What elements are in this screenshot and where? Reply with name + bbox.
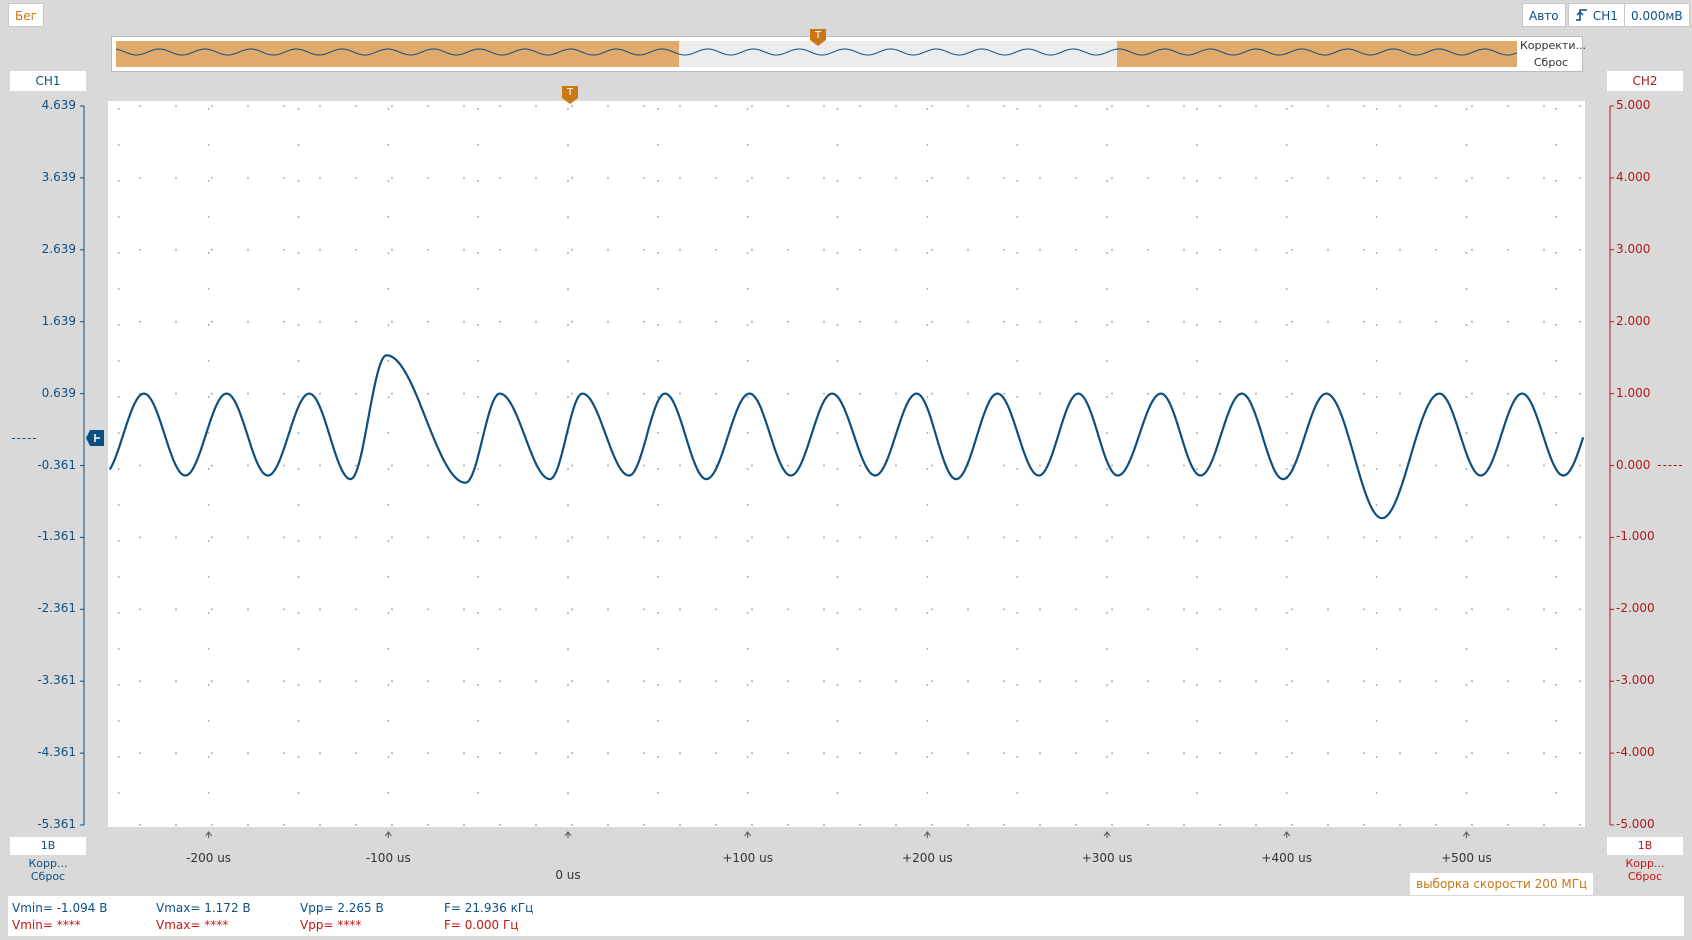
x-tick-label: +100 us bbox=[722, 851, 773, 865]
x-tick-label: +300 us bbox=[1081, 851, 1133, 865]
x-tick-label: +500 us bbox=[1441, 851, 1492, 865]
ch1-waveform-line bbox=[108, 354, 1585, 520]
ch1-frequency: F= 21.936 кГц bbox=[444, 901, 534, 915]
overview-reset-button[interactable]: Сброс bbox=[1520, 55, 1582, 70]
ch2-scale[interactable]: 1В bbox=[1607, 837, 1683, 855]
ch2-y-tick-label: 4.000 bbox=[1616, 169, 1651, 184]
trigger-mode-button[interactable]: Авто bbox=[1522, 3, 1566, 27]
trigger-position-marker[interactable]: T bbox=[562, 86, 578, 104]
sample-rate-label: выборка скорости 200 МГц bbox=[1410, 873, 1594, 895]
x-tick bbox=[1103, 831, 1111, 838]
overview-waveform-line bbox=[115, 48, 1518, 56]
ch1-y-tick-label: -2.361 bbox=[37, 601, 76, 616]
trigger-level-button[interactable]: 0.000мВ bbox=[1624, 3, 1690, 27]
measurements-bar bbox=[8, 896, 1684, 936]
overview-strip[interactable]: T Корректи... Сброс bbox=[111, 29, 1586, 72]
x-tick-label: +200 us bbox=[902, 851, 953, 865]
ch2-y-tick-label: 1.000 bbox=[1616, 385, 1651, 400]
x-tick-label: -100 us bbox=[365, 851, 411, 865]
ch2-y-tick-label: 3.000 bbox=[1616, 241, 1651, 256]
ch2-frequency: F= 0.000 Гц bbox=[444, 918, 519, 932]
ch1-scale[interactable]: 1В bbox=[10, 837, 86, 855]
x-tick-label: +400 us bbox=[1261, 851, 1313, 865]
ch1-y-tick-label: 2.639 bbox=[41, 241, 76, 256]
plot-area[interactable] bbox=[108, 101, 1585, 827]
ch1-offset-marker[interactable] bbox=[86, 430, 104, 446]
x-tick-label: -200 us bbox=[186, 851, 232, 865]
ch1-vpp: Vpp= 2.265 В bbox=[300, 901, 384, 915]
ch1-offset-dash bbox=[12, 438, 36, 439]
ch1-label[interactable]: CH1 bbox=[10, 71, 86, 91]
ch1-correct-button[interactable]: Корр... bbox=[29, 857, 68, 870]
ch2-y-tick-label: -5.000 bbox=[1616, 817, 1655, 831]
ch2-y-tick-label: -2.000 bbox=[1616, 601, 1655, 616]
x-tick bbox=[1283, 831, 1291, 838]
ch2-vpp: Vpp= **** bbox=[300, 918, 362, 932]
ch2-offset-dash bbox=[1658, 465, 1682, 466]
ch2-y-tick-label: 2.000 bbox=[1616, 313, 1651, 328]
x-tick bbox=[564, 831, 572, 838]
ch2-y-tick-label: -4.000 bbox=[1616, 745, 1655, 760]
ch1-reset-button[interactable]: Сброс bbox=[31, 870, 65, 883]
ch2-footer[interactable]: Корр... Сброс bbox=[1607, 857, 1683, 883]
ch1-y-tick-label: -3.361 bbox=[37, 673, 76, 688]
ch2-vmax: Vmax= **** bbox=[156, 918, 229, 932]
ch2-y-tick-label: -1.000 bbox=[1616, 529, 1655, 544]
x-tick bbox=[384, 831, 392, 838]
ch1-y-tick-label: -5.361 bbox=[37, 817, 76, 831]
run-button[interactable]: Бег bbox=[8, 3, 44, 27]
ch1-y-tick-label: 4.639 bbox=[41, 98, 76, 112]
ch1-y-tick-label: 1.639 bbox=[41, 313, 76, 328]
x-tick bbox=[744, 831, 752, 838]
x-tick bbox=[1463, 831, 1470, 838]
overview-trigger-marker[interactable]: T bbox=[810, 29, 826, 46]
x-tick bbox=[205, 831, 213, 838]
waveform-plot bbox=[108, 105, 1585, 826]
rising-edge-icon bbox=[1575, 9, 1593, 23]
x-tick bbox=[923, 831, 931, 838]
ch1-vmin: Vmin= -1.094 В bbox=[12, 901, 108, 915]
ch1-y-tick-label: -1.361 bbox=[37, 529, 76, 544]
ch1-y-tick-label: -0.361 bbox=[37, 457, 76, 472]
trigger-channel-label: CH1 bbox=[1592, 9, 1618, 23]
ch1-y-tick-label: 0.639 bbox=[41, 385, 76, 400]
ch2-vmin: Vmin= **** bbox=[12, 918, 81, 932]
ch1-vmax: Vmax= 1.172 В bbox=[156, 901, 251, 915]
ch2-y-tick-label: -3.000 bbox=[1616, 673, 1655, 688]
grid bbox=[117, 105, 1581, 826]
trigger-channel-button[interactable]: CH1 bbox=[1568, 3, 1625, 27]
overview-correct-button[interactable]: Корректи... bbox=[1520, 38, 1586, 53]
x-tick-label: 0 us bbox=[555, 868, 581, 882]
ch2-y-tick-label: 5.000 bbox=[1616, 98, 1651, 112]
ch1-y-tick-label: -4.361 bbox=[37, 745, 76, 760]
ch2-label[interactable]: CH2 bbox=[1607, 71, 1683, 91]
ch1-y-tick-label: 3.639 bbox=[41, 169, 76, 184]
